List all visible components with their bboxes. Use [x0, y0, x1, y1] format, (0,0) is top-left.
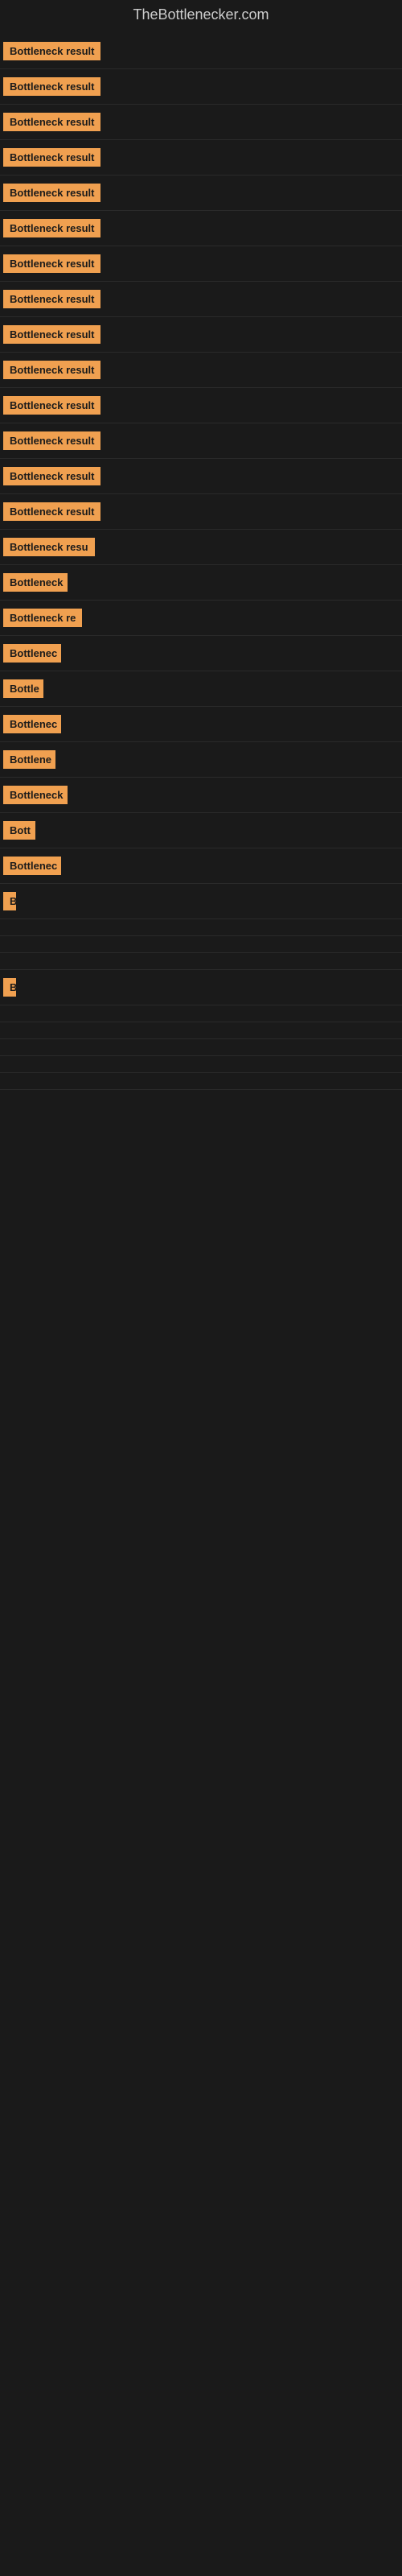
- bottleneck-badge[interactable]: Bottleneck result: [3, 113, 100, 131]
- bottleneck-badge[interactable]: Bottleneck result: [3, 325, 100, 344]
- bottleneck-badge[interactable]: Bottleneck result: [3, 290, 100, 308]
- site-title: TheBottlenecker.com: [0, 0, 402, 30]
- list-item: [0, 1022, 402, 1039]
- list-item: Bottlenec: [0, 848, 402, 884]
- bottleneck-badge[interactable]: Bottlenec: [3, 715, 61, 733]
- list-item: Bottlenec: [0, 636, 402, 671]
- list-item: [0, 919, 402, 936]
- bottleneck-badge[interactable]: Bottleneck: [3, 786, 68, 804]
- list-item: [0, 1039, 402, 1056]
- list-item: Bottlenec: [0, 707, 402, 742]
- list-item: Bottleneck: [0, 778, 402, 813]
- list-item: Bottleneck result: [0, 175, 402, 211]
- list-item: Bottleneck result: [0, 34, 402, 69]
- bottleneck-badge[interactable]: B: [3, 978, 16, 997]
- list-item: Bottleneck result: [0, 353, 402, 388]
- bottleneck-badge[interactable]: Bottleneck result: [3, 184, 100, 202]
- list-item: [0, 1005, 402, 1022]
- list-item: Bottleneck result: [0, 317, 402, 353]
- list-item: Bottleneck result: [0, 282, 402, 317]
- bottleneck-badge[interactable]: Bottlene: [3, 750, 55, 769]
- page-wrapper: TheBottlenecker.com Bottleneck resultBot…: [0, 0, 402, 1090]
- bottleneck-badge[interactable]: Bottleneck result: [3, 148, 100, 167]
- bottleneck-badge[interactable]: Bottleneck result: [3, 396, 100, 415]
- bottleneck-badge[interactable]: B: [3, 892, 16, 910]
- list-item: Bottle: [0, 671, 402, 707]
- list-item: B: [0, 884, 402, 919]
- bottleneck-badge[interactable]: Bottleneck re: [3, 609, 82, 627]
- bottleneck-badge[interactable]: Bottleneck resu: [3, 538, 95, 556]
- bottleneck-badge[interactable]: Bottlenec: [3, 857, 61, 875]
- list-item: [0, 1056, 402, 1073]
- list-item: Bottleneck result: [0, 140, 402, 175]
- bottleneck-badge[interactable]: Bottlenec: [3, 644, 61, 663]
- list-item: [0, 953, 402, 970]
- bottleneck-badge[interactable]: Bottleneck result: [3, 254, 100, 273]
- bottleneck-badge[interactable]: Bottleneck result: [3, 431, 100, 450]
- list-item: Bottleneck result: [0, 459, 402, 494]
- list-item: Bottleneck result: [0, 69, 402, 105]
- list-item: [0, 1073, 402, 1090]
- list-item: Bottleneck result: [0, 494, 402, 530]
- list-item: Bottleneck result: [0, 105, 402, 140]
- list-item: Bottleneck result: [0, 388, 402, 423]
- list-item: Bottleneck result: [0, 246, 402, 282]
- list-item: Bottleneck result: [0, 423, 402, 459]
- list-item: B: [0, 970, 402, 1005]
- list-item: Bottlene: [0, 742, 402, 778]
- bottleneck-badge[interactable]: Bottleneck: [3, 573, 68, 592]
- bottleneck-badge[interactable]: Bottleneck result: [3, 219, 100, 237]
- list-item: Bottleneck result: [0, 211, 402, 246]
- bottleneck-badge[interactable]: Bottleneck result: [3, 42, 100, 60]
- bottleneck-badge[interactable]: Bottleneck result: [3, 467, 100, 485]
- bottleneck-badge[interactable]: Bottle: [3, 679, 43, 698]
- list-item: Bottleneck re: [0, 601, 402, 636]
- list-item: Bott: [0, 813, 402, 848]
- items-container: Bottleneck result Bottleneck result Bottle…: [0, 30, 402, 1090]
- list-item: Bottleneck resu: [0, 530, 402, 565]
- bottleneck-badge[interactable]: Bott: [3, 821, 35, 840]
- bottleneck-badge[interactable]: Bottleneck result: [3, 361, 100, 379]
- list-item: [0, 936, 402, 953]
- list-item: Bottleneck: [0, 565, 402, 601]
- bottleneck-badge[interactable]: Bottleneck result: [3, 502, 100, 521]
- bottleneck-badge[interactable]: Bottleneck result: [3, 77, 100, 96]
